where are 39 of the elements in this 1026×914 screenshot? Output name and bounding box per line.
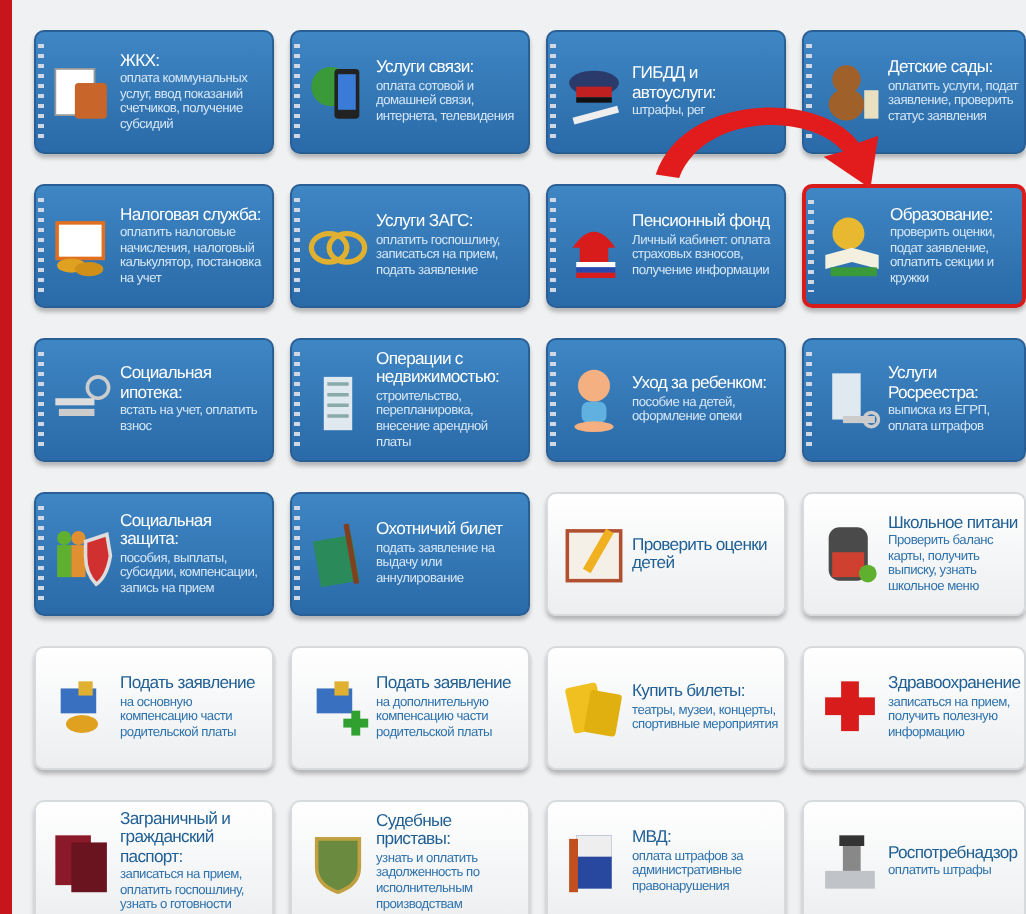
service-title: Проверить оценки детей (632, 535, 769, 573)
service-title: Услуги ЗАГС: (376, 212, 475, 232)
spiral-binding (38, 506, 44, 602)
service-title: Операции с недвижимостью: (376, 349, 502, 388)
service-title: Судебные приставы: (376, 811, 454, 850)
globe-book-icon (820, 212, 884, 280)
service-title: Подать заявление (120, 674, 257, 694)
service-title: Уход за ребенком: (632, 374, 769, 394)
service-title: Детские сады: (888, 58, 995, 78)
service-title: Купить билеты: (632, 682, 747, 702)
spiral-binding (294, 352, 300, 448)
spiral-binding (806, 352, 812, 448)
service-title: Школьное питани (888, 513, 1018, 533)
service-title: ЖКХ: (120, 51, 162, 71)
service-title: Охотничий билет (376, 520, 505, 540)
spiral-binding (38, 352, 44, 448)
spiral-binding (550, 44, 556, 140)
service-title: Налоговая служба: (120, 205, 263, 225)
service-title: Подать заявление (376, 674, 513, 694)
spiral-binding (550, 352, 556, 448)
spiral-binding (294, 506, 300, 602)
spiral-binding (550, 198, 556, 294)
spiral-binding (38, 198, 44, 294)
service-title: Пенсионный фонд (632, 212, 772, 232)
service-title: Образование: (890, 205, 995, 225)
service-title: Услуги связи: (376, 58, 476, 78)
spiral-binding (38, 44, 44, 140)
service-title: Социальная ипотека: (120, 364, 214, 403)
service-title: Здравоохранение (888, 674, 1018, 694)
service-title: Роспотребнадзор (888, 843, 1018, 863)
spiral-binding (294, 198, 300, 294)
spiral-binding (294, 44, 300, 140)
service-title: ГИБДД и автоуслуги: (632, 64, 718, 103)
service-title: Услуги Росреестра: (888, 364, 981, 403)
service-title: МВД: (632, 828, 674, 848)
spiral-binding (808, 200, 814, 292)
service-title: Социальная защита: (120, 511, 214, 550)
service-card[interactable]: Проверить оценки детей (546, 492, 786, 616)
service-title: Заграничный и гражданский паспорт: (120, 809, 233, 867)
